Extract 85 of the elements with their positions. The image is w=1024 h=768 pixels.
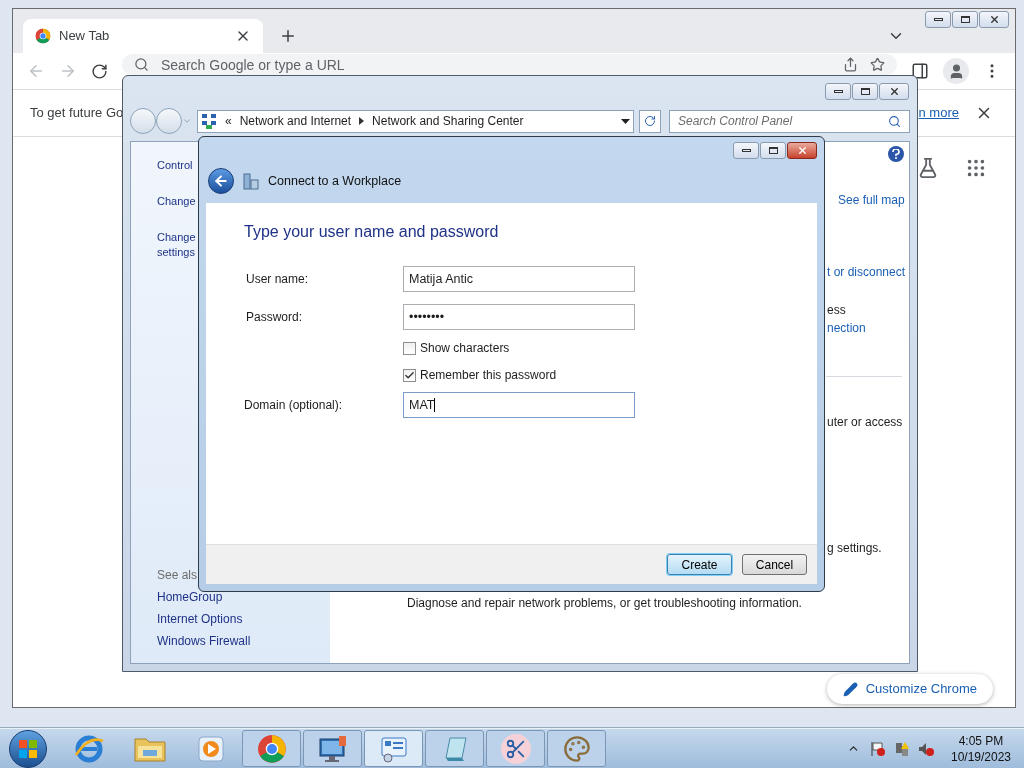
profile-icon[interactable] (943, 58, 969, 84)
network-icon[interactable] (894, 740, 910, 757)
see-also-link[interactable]: HomeGroup (157, 589, 330, 606)
breadcrumb-item[interactable]: Network and Sharing Center (372, 112, 524, 130)
minimize-button[interactable] (825, 82, 851, 100)
breadcrumb-prefix[interactable]: « (225, 112, 232, 130)
help-icon[interactable] (888, 146, 904, 162)
back-button[interactable] (208, 168, 234, 194)
clock-time[interactable]: 4:05 PM (958, 732, 1004, 749)
see-also-heading: See als (157, 567, 199, 584)
maximize-button[interactable] (952, 11, 978, 28)
building-icon (242, 172, 260, 190)
chrome-icon (256, 733, 287, 764)
close-button[interactable] (879, 82, 909, 100)
minimize-button[interactable] (925, 11, 951, 28)
maximize-button[interactable] (852, 82, 878, 100)
clock-date[interactable]: 10/19/2023 (950, 748, 1012, 765)
checkbox[interactable] (403, 368, 416, 382)
dropdown-caret-icon[interactable] (621, 118, 630, 124)
new-tab-icon[interactable] (279, 27, 297, 45)
search-icon (888, 114, 901, 128)
taskbar-app-button[interactable] (303, 730, 362, 767)
taskbar-app-button[interactable] (364, 730, 423, 767)
close-button[interactable] (787, 142, 817, 159)
taskbar-app-button[interactable] (486, 730, 545, 767)
four-squares-icon[interactable] (18, 738, 38, 759)
address-placeholder: Search Google or type a URL (161, 56, 346, 73)
task-link[interactable]: t or disconnect (827, 263, 906, 281)
learn-more-link[interactable]: n more (918, 103, 959, 123)
palette-icon (562, 734, 591, 763)
maximize-button[interactable] (760, 142, 786, 159)
taskbar-app-button[interactable] (242, 730, 301, 767)
star-icon[interactable] (870, 57, 885, 72)
search-icon (134, 57, 149, 72)
scissors-icon (500, 733, 531, 764)
network-icon (201, 113, 217, 129)
pencil-icon (842, 681, 858, 697)
task-link[interactable]: nection (827, 319, 866, 337)
create-button[interactable]: Create (667, 554, 732, 575)
description-text: Diagnose and repair network problems, or get troubleshooting information. (407, 595, 802, 612)
flag-icon[interactable] (870, 740, 886, 757)
breadcrumb-arrow-icon[interactable] (359, 117, 365, 125)
close-icon[interactable] (988, 14, 1000, 25)
dialog-title: Connect to a Workplace (268, 172, 402, 190)
taskbar-app-button[interactable] (547, 730, 606, 767)
address-bar[interactable]: « Network and Internet Network and Sharing Center (197, 109, 634, 133)
see-also-link[interactable]: Internet Options (157, 611, 330, 628)
browser-tab[interactable]: New Tab (23, 19, 263, 53)
task-link[interactable]: Change (157, 194, 197, 209)
chrome-icon (35, 28, 51, 44)
description-text: ess (827, 302, 846, 319)
see-also-link[interactable]: Windows Firewall (157, 633, 330, 650)
field-label: Domain (optional): (244, 397, 344, 414)
refresh-icon[interactable] (644, 115, 656, 127)
minimize-button[interactable] (733, 142, 759, 159)
reload-icon[interactable] (91, 62, 108, 80)
apps-icon[interactable] (965, 157, 987, 179)
taskbar-app-button[interactable] (425, 730, 484, 767)
description-text: uter or access (827, 414, 903, 431)
description-text: g settings. (827, 540, 882, 557)
checkbox-label[interactable]: Show characters (420, 339, 510, 357)
field-label: User name: (245, 271, 310, 288)
close-icon[interactable] (888, 85, 900, 97)
start-button[interactable] (9, 729, 47, 768)
task-link[interactable]: See full map (838, 191, 905, 209)
flask-icon[interactable] (917, 157, 939, 179)
share-icon[interactable] (843, 57, 858, 72)
input-field[interactable]: Matija Antic (403, 266, 635, 292)
task-link[interactable]: Change settings (157, 230, 197, 260)
close-button[interactable] (979, 11, 1009, 28)
checkbox-label[interactable]: Remember this password (420, 366, 557, 384)
play-icon (195, 733, 226, 764)
cancel-button[interactable]: Cancel (742, 554, 807, 575)
breadcrumb-item[interactable]: Network and Internet (239, 112, 352, 130)
task-link[interactable]: Control (157, 158, 197, 173)
address-bar[interactable]: Search Google or type a URL (122, 54, 897, 75)
checkbox[interactable] (403, 341, 416, 355)
refresh-button[interactable] (639, 109, 661, 133)
customize-chrome-button[interactable]: Customize Chrome (826, 674, 993, 704)
search-field[interactable]: Search Control Panel (669, 109, 910, 133)
input-field[interactable]: MAT (403, 392, 635, 418)
input-field[interactable]: •••••••• (403, 304, 635, 330)
dialog-heading: Type your user name and password (244, 222, 500, 242)
field-label: Password: (245, 309, 304, 326)
monitor-icon (316, 733, 349, 764)
